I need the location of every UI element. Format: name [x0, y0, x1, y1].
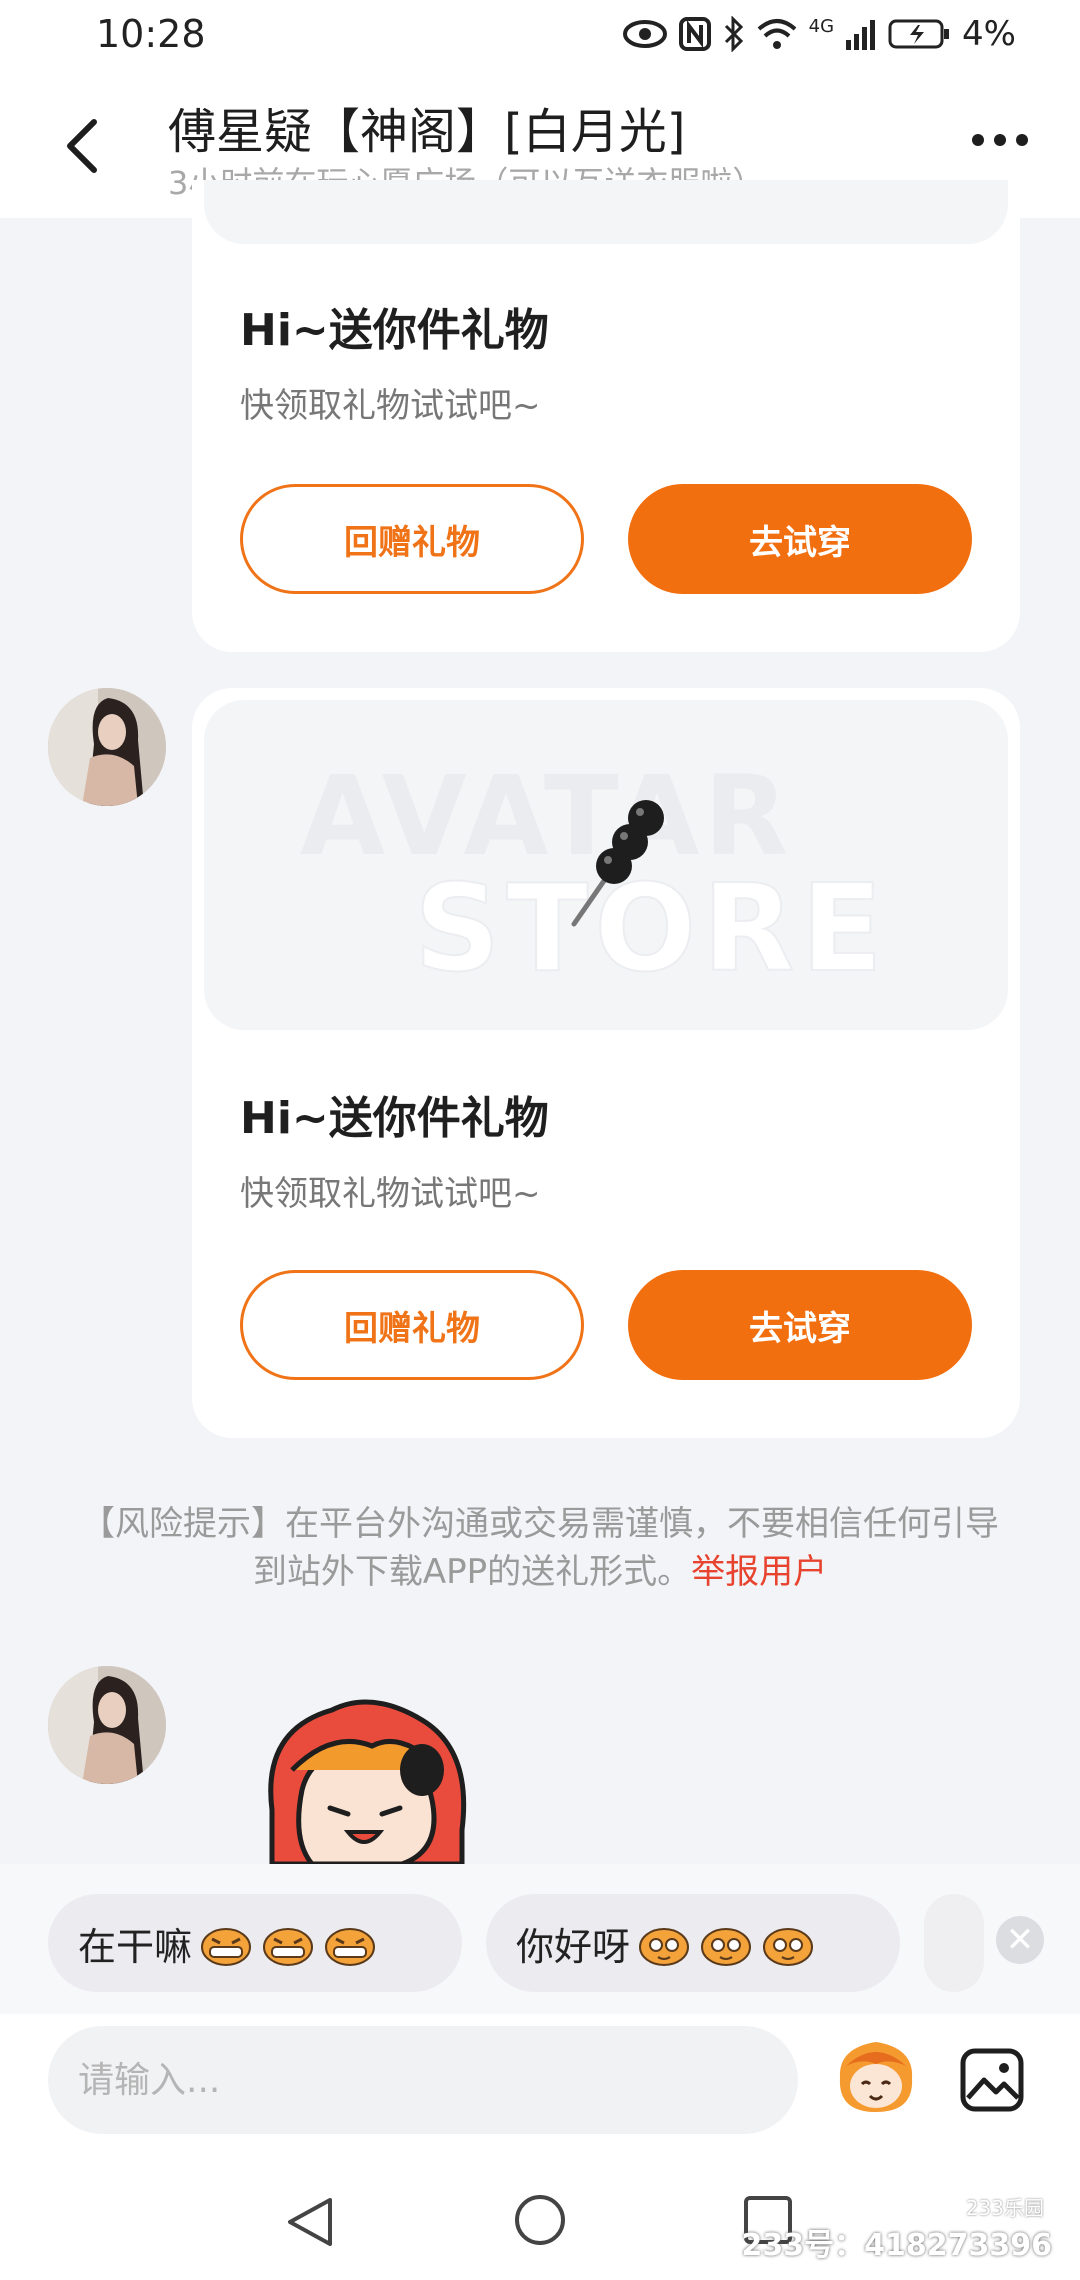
avatar-photo	[48, 688, 166, 806]
gift-card-desc: 快领取礼物试试吧~	[240, 386, 541, 426]
watermark-text: 233号：418273396	[741, 2228, 1053, 2263]
quick-reply-text: 在干嘛	[78, 1924, 193, 1969]
eye-icon	[622, 20, 667, 48]
emoji-face-icon	[701, 1928, 752, 1966]
avatar[interactable]	[48, 688, 166, 806]
emoji-sticker-icon[interactable]	[830, 2028, 922, 2120]
avatar[interactable]	[48, 1666, 166, 1784]
nfc-icon	[678, 17, 711, 51]
quick-reply-chip[interactable]: 你好呀	[486, 1894, 900, 1992]
image-icon[interactable]	[960, 2048, 1024, 2112]
battery-icon	[888, 19, 950, 49]
gift-card-title: Hi~送你件礼物	[240, 305, 549, 356]
chevron-left-icon[interactable]	[58, 116, 108, 176]
gift-message-card: AVATAR STORE Hi~送你件礼物 快领取礼物试试吧~ 回赠礼物 去试穿	[192, 688, 1020, 1438]
network-label: 4G	[808, 15, 835, 37]
quick-reply-chip[interactable]	[924, 1894, 984, 1992]
emoji-face-icon	[201, 1928, 252, 1966]
nav-home-icon[interactable]	[512, 2192, 568, 2248]
dango-skewer-icon	[571, 800, 664, 927]
quick-reply-text: 你好呀	[516, 1924, 631, 1969]
avatar-photo	[48, 1666, 166, 1784]
input-bar	[0, 2014, 1080, 2154]
try-on-button[interactable]: 去试穿	[628, 1270, 972, 1380]
bluetooth-icon	[724, 16, 743, 52]
nav-back-icon[interactable]	[282, 2194, 338, 2250]
battery-percent: 4%	[962, 14, 1016, 54]
gift-message-card: Hi~送你件礼物 快领取礼物试试吧~ 回赠礼物 去试穿	[192, 180, 1020, 652]
close-circle-icon[interactable]: ✕	[996, 1916, 1044, 1964]
gift-card-title: Hi~送你件礼物	[240, 1093, 549, 1144]
quick-reply-bar: 在干嘛 你好呀 ✕	[0, 1864, 1080, 2014]
wifi-icon	[757, 19, 796, 49]
status-bar: 10:28 4G 4%	[0, 0, 1080, 80]
emoji-face-icon	[325, 1928, 376, 1966]
gift-card-desc: 快领取礼物试试吧~	[240, 1174, 541, 1214]
quick-reply-chip[interactable]: 在干嘛	[48, 1894, 462, 1992]
report-user-link[interactable]: 举报用户	[691, 1552, 827, 1592]
try-on-button[interactable]: 去试穿	[628, 484, 972, 594]
emoji-face-icon	[639, 1928, 690, 1966]
signal-icon	[846, 20, 876, 50]
emoji-face-icon	[263, 1928, 314, 1966]
more-dots-icon[interactable]	[970, 120, 1030, 160]
watermark-logo: 233乐园	[955, 2190, 1054, 2223]
emoji-face-icon	[763, 1928, 814, 1966]
return-gift-button[interactable]: 回赠礼物	[240, 1270, 584, 1380]
status-icons: 4G 4%	[622, 14, 1016, 54]
sticker-image[interactable]	[252, 1690, 482, 1864]
risk-warning: 【风险提示】在平台外沟通或交易需谨慎，不要相信任何引导到站外下载APP的送礼形式…	[80, 1500, 1000, 1596]
chat-title: 傅星疑【神阁】[白月光]	[168, 104, 686, 160]
status-time: 10:28	[96, 12, 206, 56]
gift-preview: AVATAR STORE	[204, 700, 1008, 1030]
risk-warning-text: 【风险提示】在平台外沟通或交易需谨慎，不要相信任何引导到站外下载APP的送礼形式…	[81, 1504, 999, 1592]
message-input[interactable]	[48, 2026, 798, 2134]
return-gift-button[interactable]: 回赠礼物	[240, 484, 584, 594]
gift-image-area	[204, 180, 1008, 244]
